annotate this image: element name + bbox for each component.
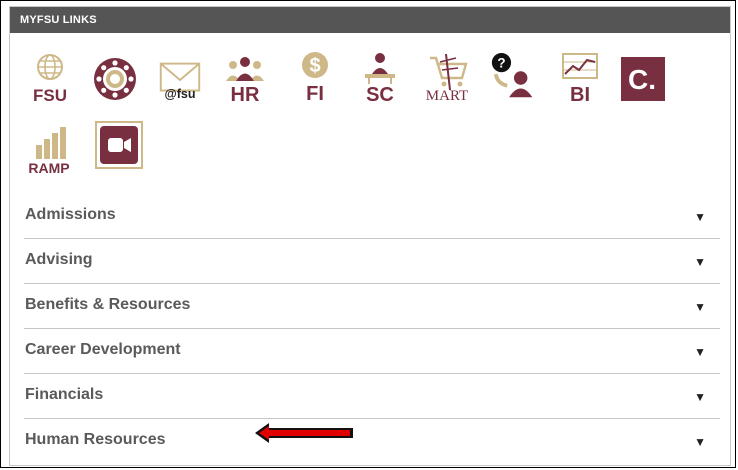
caret-down-icon[interactable]: ▼ [694, 435, 706, 449]
hr-icon[interactable]: HR [220, 53, 270, 105]
accordion-item-financials[interactable]: Financials ▼ [24, 374, 720, 419]
svg-text:$: $ [309, 55, 320, 77]
screenshot-frame: MYFSU LINKS FSU @fsu HR $ FI SC MART ? B… [0, 0, 736, 468]
svg-text:?: ? [497, 55, 505, 70]
accordion-label: Admissions [25, 206, 116, 223]
accordion-item-advising[interactable]: Advising ▼ [24, 239, 720, 284]
ramp-icon-label: RAMP [28, 160, 69, 175]
bi-icon[interactable]: BI [555, 51, 605, 104]
bi-icon-label: BI [570, 84, 590, 104]
hr-icon-label: HR [231, 84, 260, 105]
accordion-label: Career Development [25, 341, 181, 358]
accordion-label: Financials [25, 386, 104, 403]
accordion-item-human-resources[interactable]: Human Resources ▼ [24, 419, 720, 464]
caret-down-icon[interactable]: ▼ [694, 390, 706, 404]
canvas-icon[interactable] [90, 53, 140, 105]
quick-links-grid: FSU @fsu HR $ FI SC MART ? BI C. RAMP [10, 33, 730, 199]
sc-icon[interactable]: SC [355, 51, 405, 104]
caret-down-icon[interactable]: ▼ [694, 210, 706, 224]
fsu-icon-label: FSU [33, 86, 67, 105]
myfsu-links-panel: MYFSU LINKS FSU @fsu HR $ FI SC MART ? B… [9, 6, 731, 466]
accordion-label: Benefits & Resources [25, 296, 191, 313]
email-icon[interactable]: @fsu [155, 53, 205, 105]
links-accordion: Admissions ▼ Advising ▼ Benefits & Resou… [24, 194, 720, 464]
help-desk-icon[interactable]: ? [488, 51, 538, 103]
caret-down-icon[interactable]: ▼ [694, 300, 706, 314]
accordion-label: Advising [25, 251, 93, 268]
fi-icon[interactable]: $ FI [290, 51, 340, 104]
ramp-icon[interactable]: RAMP [24, 121, 74, 175]
c-app-icon[interactable]: C. [618, 53, 668, 105]
accordion-item-admissions[interactable]: Admissions ▼ [24, 194, 720, 239]
caret-down-icon[interactable]: ▼ [694, 255, 706, 269]
accordion-item-benefits-resources[interactable]: Benefits & Resources ▼ [24, 284, 720, 329]
fsu-icon[interactable]: FSU [25, 53, 75, 105]
caret-down-icon[interactable]: ▼ [694, 345, 706, 359]
mart-icon-label: MART [426, 88, 468, 104]
accordion-label: Human Resources [25, 431, 166, 448]
zoom-icon[interactable] [94, 119, 144, 171]
c-app-icon-label: C. [628, 64, 656, 95]
mart-icon[interactable]: MART [422, 51, 472, 104]
panel-title: MYFSU LINKS [10, 7, 730, 33]
accordion-item-career-development[interactable]: Career Development ▼ [24, 329, 720, 374]
annotation-arrow-icon [255, 423, 353, 443]
email-icon-label: @fsu [165, 87, 196, 101]
sc-icon-label: SC [366, 84, 394, 104]
fi-icon-label: FI [306, 83, 324, 104]
